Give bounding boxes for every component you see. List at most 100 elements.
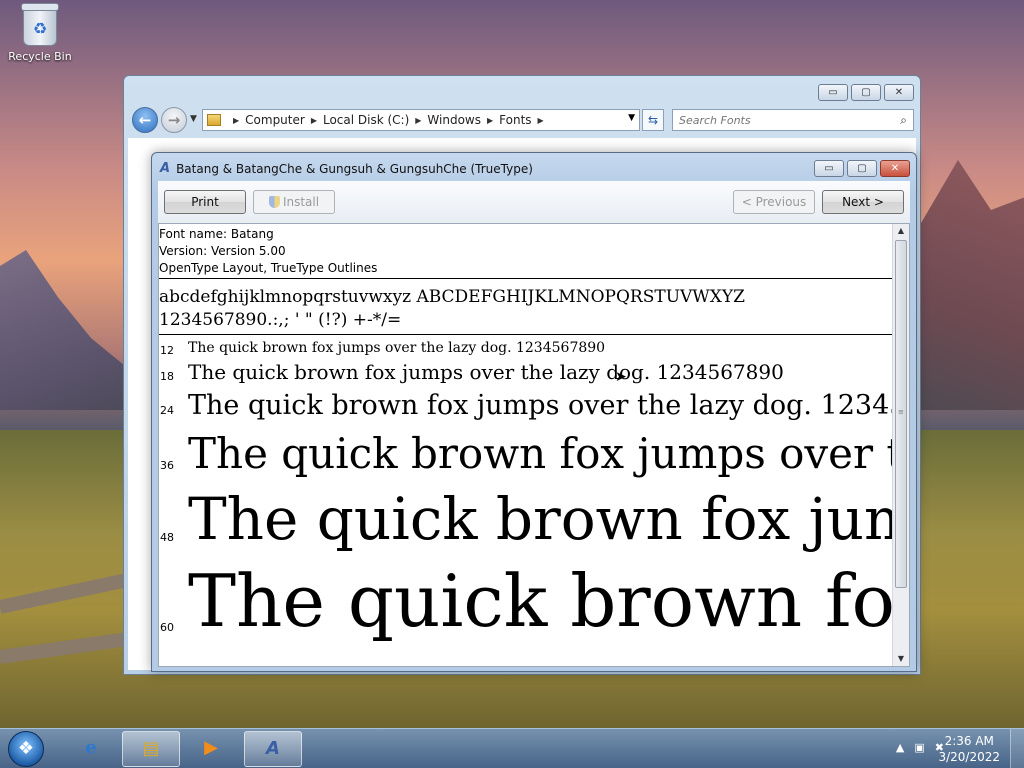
taskbar-font-viewer[interactable]: A <box>244 731 302 767</box>
sample-row-60: 60 The quick brown fox jumps over the la… <box>159 559 895 666</box>
chevron-down-icon: ▼ <box>897 654 905 663</box>
divider <box>159 334 895 335</box>
desktop-icon-recycle-bin[interactable]: Recycle Bin <box>8 3 72 63</box>
forward-button[interactable]: → <box>161 107 187 133</box>
breadcrumb-item-local-disk[interactable]: Local Disk (C:) <box>323 113 409 127</box>
sample-size-label: 18 <box>160 370 174 383</box>
viewer-window-controls: ▭ ▢ ✕ <box>814 160 910 177</box>
breadcrumb-separator-icon[interactable]: ▶ <box>311 116 317 125</box>
recycle-bin-label: Recycle Bin <box>8 50 72 63</box>
install-button[interactable]: Install <box>253 190 335 214</box>
shield-icon <box>268 196 280 208</box>
mouse-cursor-icon: ➤ <box>615 369 627 385</box>
media-player-icon: ▶ <box>204 737 218 758</box>
font-preview-area[interactable]: Font name: Batang Version: Version 5.00 … <box>158 223 910 667</box>
sample-row-48: 48 The quick brown fox jumps over the la… <box>159 485 895 559</box>
arrow-right-icon: → <box>167 111 181 129</box>
taskbar-internet-explorer[interactable]: e <box>62 731 120 767</box>
chevron-up-icon: ▲ <box>897 226 905 235</box>
folder-icon: ▤ <box>142 738 160 759</box>
arrow-left-icon: ← <box>138 111 152 129</box>
back-button[interactable]: ← <box>132 107 158 133</box>
next-button[interactable]: Next > <box>822 190 904 214</box>
close-button[interactable]: ✕ <box>880 160 910 177</box>
install-button-label: Install <box>282 195 320 209</box>
explorer-window-controls: ▭ ▢ ✕ <box>818 84 914 101</box>
sample-row-24: 24 The quick brown fox jumps over the la… <box>159 389 895 427</box>
font-viewer-icon: A <box>266 738 280 759</box>
sample-text: The quick brown fox jumps over the lazy … <box>188 340 606 356</box>
font-info: Font name: Batang Version: Version 5.00 … <box>159 226 377 277</box>
vertical-scrollbar[interactable]: ▲ ≡ ▼ <box>892 224 909 666</box>
refresh-icon: ⇆ <box>647 113 659 127</box>
divider <box>159 278 895 279</box>
desktop-wallpaper-mountain-right <box>914 160 1024 410</box>
minimize-button[interactable]: ▭ <box>818 84 848 101</box>
minimize-button[interactable]: ▭ <box>814 160 844 177</box>
address-bar[interactable]: ▶ Computer ▶ Local Disk (C:) ▶ Windows ▶… <box>202 109 640 131</box>
search-icon[interactable]: ⌕ <box>900 113 907 128</box>
show-desktop-button[interactable] <box>1010 729 1024 768</box>
windows-orb-icon: ❖ <box>17 738 35 759</box>
charset-line-symbols: 1234567890.:,; ' " (!?) +-*/= <box>159 310 402 330</box>
show-hidden-icons-icon[interactable]: ▲ <box>896 741 904 754</box>
font-viewer-icon: A <box>160 161 171 176</box>
chevron-down-icon: ▼ <box>628 113 635 123</box>
font-name: Font name: Batang <box>159 227 274 241</box>
close-button[interactable]: ✕ <box>884 84 914 101</box>
sample-text: The quick brown fox jumps over the lazy … <box>188 559 895 643</box>
refresh-button[interactable]: ⇆ <box>642 109 664 131</box>
start-button[interactable]: ❖ <box>8 731 44 767</box>
taskbar: ❖ e ▤ ▶ A ▲ ▣ ✖ 2:36 AM 3/20/2022 <box>0 728 1024 768</box>
font-version: Version: Version 5.00 <box>159 244 286 258</box>
network-icon[interactable]: ▣ <box>914 741 924 754</box>
breadcrumb: ▶ Computer ▶ Local Disk (C:) ▶ Windows ▶… <box>227 113 550 127</box>
grip-icon: ≡ <box>898 408 904 416</box>
recycle-bin-icon <box>21 3 59 46</box>
breadcrumb-separator-icon[interactable]: ▶ <box>233 116 239 125</box>
folder-icon <box>207 114 221 126</box>
system-tray: ▲ ▣ ✖ <box>896 741 944 754</box>
sample-text: The quick brown fox jumps over the lazy … <box>188 360 784 384</box>
breadcrumb-separator-icon[interactable]: ▶ <box>415 116 421 125</box>
sample-text: The quick brown fox jumps over the lazy … <box>188 390 895 421</box>
sample-text: The quick brown fox jumps over the lazy … <box>188 429 895 478</box>
maximize-button[interactable]: ▢ <box>847 160 877 177</box>
window-title: Batang & BatangChe & Gungsuh & GungsuhCh… <box>176 161 533 176</box>
taskbar-media-player[interactable]: ▶ <box>182 731 240 767</box>
address-dropdown[interactable]: ▼ <box>628 113 635 123</box>
sample-size-label: 24 <box>160 404 174 417</box>
viewer-toolbar: Print Install < Previous Next > <box>158 181 910 223</box>
sample-size-label: 36 <box>160 459 174 472</box>
sample-text: The quick brown fox jumps over the lazy … <box>188 485 895 553</box>
search-input[interactable] <box>679 113 901 127</box>
breadcrumb-item-fonts[interactable]: Fonts <box>499 113 531 127</box>
taskbar-windows-explorer[interactable]: ▤ <box>122 731 180 767</box>
clock-date: 3/20/2022 <box>938 750 1000 764</box>
charset-line-letters: abcdefghijklmnopqrstuvwxyz ABCDEFGHIJKLM… <box>159 287 745 307</box>
breadcrumb-separator-icon[interactable]: ▶ <box>487 116 493 125</box>
title-bar: A Batang & BatangChe & Gungsuh & Gungsuh… <box>160 161 533 176</box>
scroll-down-button[interactable]: ▼ <box>893 652 909 666</box>
search-box[interactable]: ⌕ <box>672 109 914 131</box>
chevron-down-icon: ▼ <box>190 114 197 124</box>
breadcrumb-separator-icon[interactable]: ▶ <box>538 116 544 125</box>
sample-row-18: 18 The quick brown fox jumps over the la… <box>159 359 895 389</box>
recent-pages-dropdown[interactable]: ▼ <box>190 114 197 124</box>
desktop-wallpaper-mountain-left <box>0 250 130 410</box>
breadcrumb-item-computer[interactable]: Computer <box>245 113 305 127</box>
sample-size-label: 48 <box>160 531 174 544</box>
scroll-up-button[interactable]: ▲ <box>893 224 909 238</box>
print-button[interactable]: Print <box>164 190 246 214</box>
clock[interactable]: 2:36 AM 3/20/2022 <box>938 733 1000 765</box>
previous-button[interactable]: < Previous <box>733 190 815 214</box>
sample-size-label: 60 <box>160 621 174 634</box>
internet-explorer-icon: e <box>85 737 97 758</box>
scrollbar-thumb[interactable]: ≡ <box>895 240 907 588</box>
sample-row-12: 12 The quick brown fox jumps over the la… <box>159 338 895 360</box>
font-outlines: OpenType Layout, TrueType Outlines <box>159 261 378 275</box>
font-viewer-window[interactable]: A Batang & BatangChe & Gungsuh & Gungsuh… <box>151 152 917 672</box>
maximize-button[interactable]: ▢ <box>851 84 881 101</box>
breadcrumb-item-windows[interactable]: Windows <box>427 113 481 127</box>
clock-time: 2:36 AM <box>944 734 994 748</box>
